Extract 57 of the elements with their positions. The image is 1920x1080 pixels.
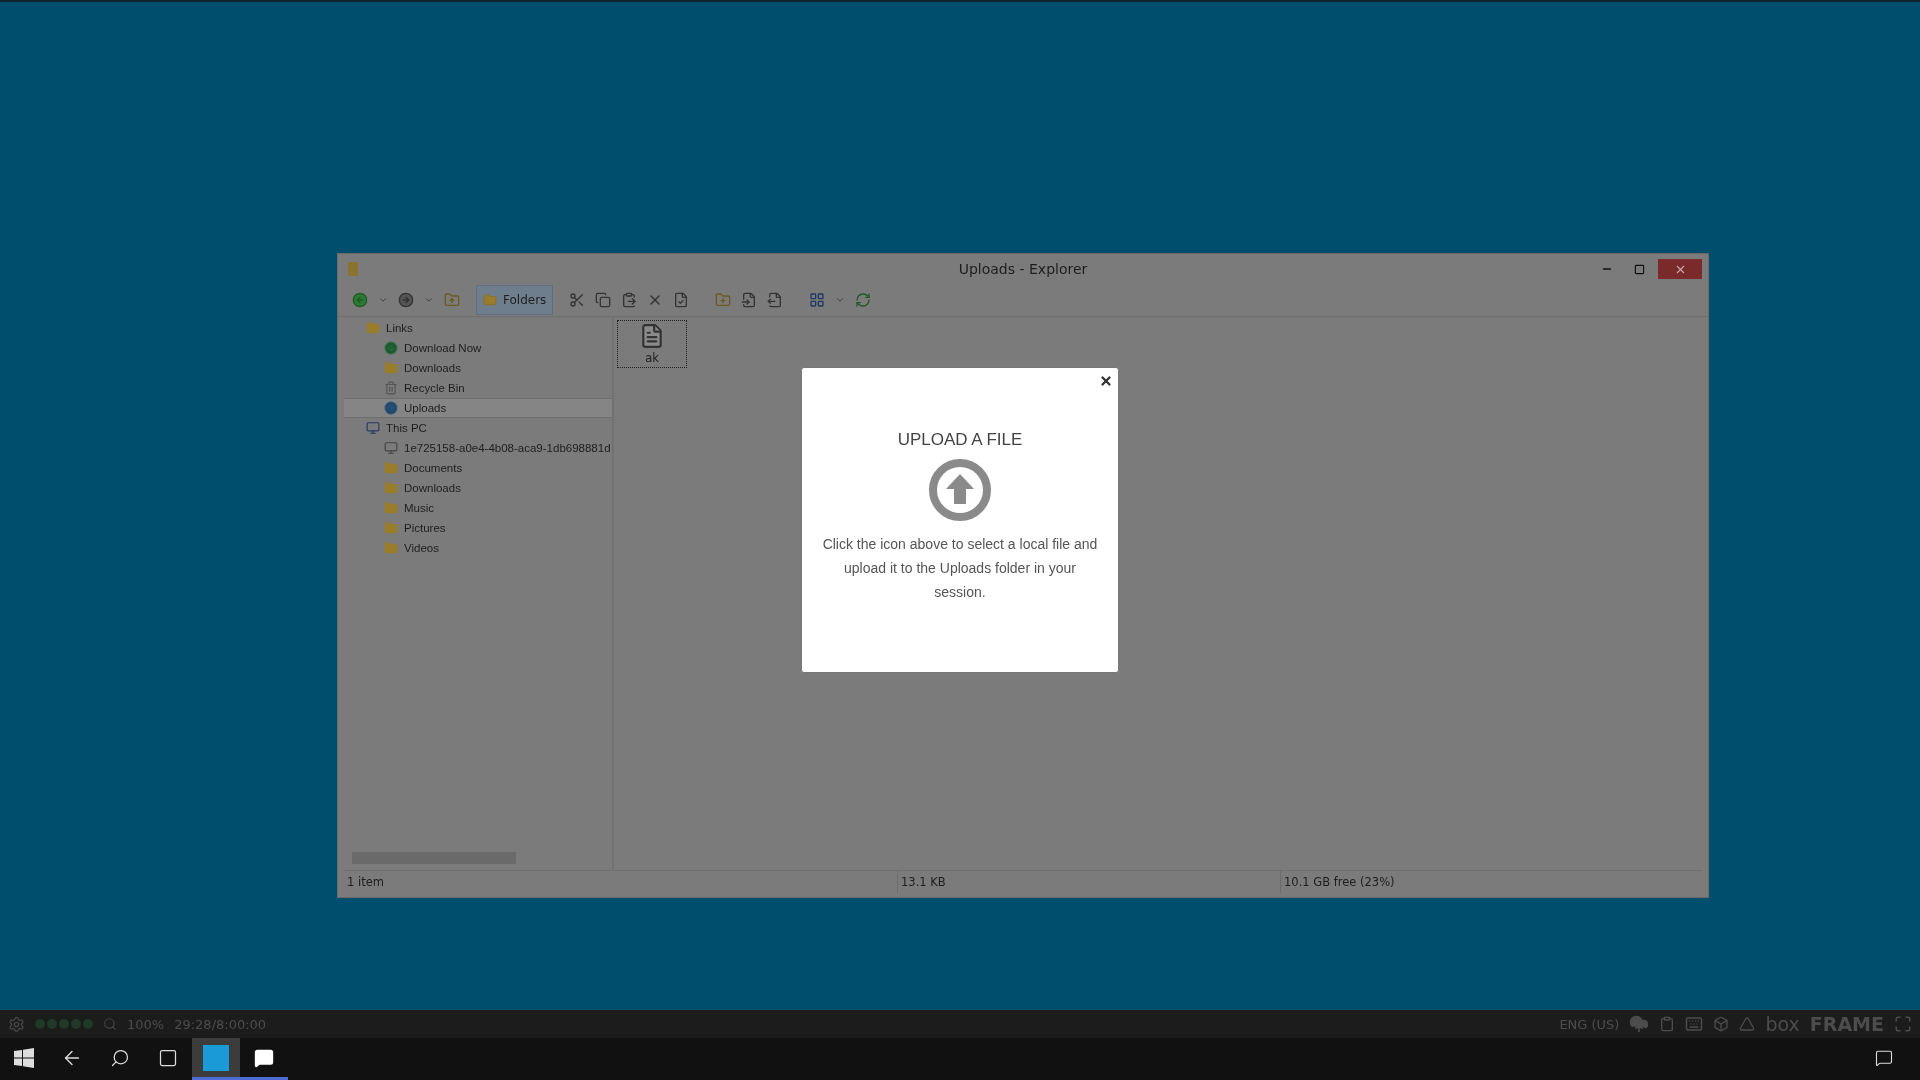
dialog-message: Click the icon above to select a local file and upload it to the Uploads folder in your session. xyxy=(821,535,1099,602)
tree-item[interactable]: Download Now xyxy=(344,338,612,358)
computer-icon xyxy=(366,421,380,435)
forward-button[interactable] xyxy=(396,290,416,310)
upload-icon xyxy=(384,401,398,415)
copy-icon xyxy=(595,292,612,308)
folders-button[interactable]: Folders xyxy=(476,285,554,315)
grid-icon xyxy=(809,292,826,308)
tree-item[interactable]: Links xyxy=(344,318,612,338)
status-text: 10.1 GB free (23%) xyxy=(1280,871,1700,893)
file-check-icon xyxy=(673,292,690,308)
tree-item[interactable]: Documents xyxy=(344,458,612,478)
tree-item[interactable]: Recycle Bin xyxy=(344,378,612,398)
workspace-app-button[interactable] xyxy=(192,1038,240,1080)
windows-logo-icon xyxy=(14,1047,34,1068)
caret-icon xyxy=(378,295,388,305)
paste-icon xyxy=(621,292,638,308)
status-text: 13.1 KB xyxy=(897,871,1280,893)
speech-bubble-icon xyxy=(1875,1048,1893,1067)
task-view-icon xyxy=(158,1047,178,1068)
status-text: 1 item xyxy=(346,874,385,891)
file-in-icon xyxy=(741,292,758,308)
scissors-icon xyxy=(569,292,586,308)
maximize-icon xyxy=(1633,263,1645,275)
document-icon xyxy=(639,323,665,349)
file-item[interactable]: ak xyxy=(617,320,687,368)
caret-icon xyxy=(835,295,846,305)
tree-item[interactable]: Music xyxy=(344,498,612,518)
upload-icon[interactable] xyxy=(928,458,992,522)
tree-item[interactable]: 1e725158-a0e4-4b08-aca9-1db698881d xyxy=(344,438,612,458)
tree-item[interactable]: Uploads xyxy=(344,398,612,418)
recycle-bin-icon xyxy=(384,381,398,395)
chat-bubble-icon xyxy=(254,1047,274,1068)
new-folder-icon xyxy=(715,292,732,308)
tree-item[interactable]: Downloads xyxy=(344,358,612,378)
close-icon xyxy=(1099,374,1113,388)
settings-icon[interactable] xyxy=(8,1015,25,1033)
file-out-icon xyxy=(767,292,784,308)
app-tile-icon xyxy=(203,1044,229,1071)
search-icon xyxy=(110,1047,130,1068)
download-icon xyxy=(384,341,398,355)
folder-up-icon xyxy=(444,292,460,308)
keyboard-icon[interactable] xyxy=(1685,1015,1704,1033)
window-title: Uploads - Explorer xyxy=(958,261,1088,277)
fullscreen-icon[interactable] xyxy=(1894,1015,1912,1033)
tree-item[interactable]: Videos xyxy=(344,538,612,558)
caret-icon xyxy=(424,295,434,305)
close-button[interactable] xyxy=(1099,374,1113,388)
zoom-icon xyxy=(103,1017,117,1031)
tree-item[interactable]: This PC xyxy=(344,418,612,438)
tree-item[interactable]: Pictures xyxy=(344,518,612,538)
signal-dots-icon xyxy=(35,1019,93,1029)
clipboard-icon[interactable] xyxy=(1659,1016,1676,1032)
cloud-upload-icon[interactable] xyxy=(1629,1014,1650,1034)
dialog-title: UPLOAD A FILE xyxy=(897,430,1023,450)
tree-item[interactable]: Downloads xyxy=(344,478,612,498)
refresh-icon xyxy=(855,292,872,308)
